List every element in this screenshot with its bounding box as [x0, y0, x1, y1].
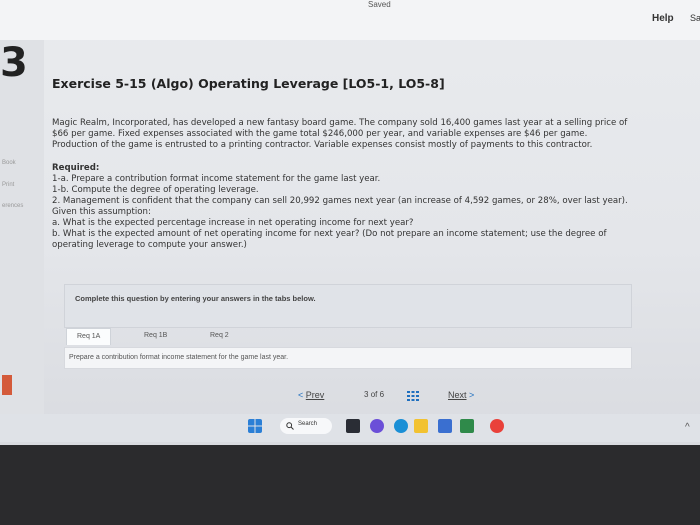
header-bar: Saved Help Sa	[0, 0, 700, 40]
folder-icon[interactable]	[414, 419, 428, 433]
tab-prompt-text: Prepare a contribution format income sta…	[69, 354, 289, 361]
intro-line: Production of the game is entrusted to a…	[52, 140, 593, 150]
intro-line: Magic Realm, Incorporated, has developed…	[52, 118, 628, 128]
required-line: operating leverage to compute your answe…	[52, 240, 247, 250]
rail-item-print[interactable]: Print	[2, 182, 14, 188]
taskbar-search[interactable]: Search	[280, 418, 332, 434]
page-total: 6	[379, 390, 385, 399]
save-exit-button[interactable]: Sa	[690, 13, 700, 23]
prev-label: Prev	[305, 390, 325, 400]
next-label: Next	[448, 390, 467, 400]
tab-req-2[interactable]: Req 2	[200, 328, 239, 344]
tab-req-1b[interactable]: Req 1B	[134, 328, 177, 344]
required-line: 2. Management is confident that the comp…	[52, 196, 628, 206]
required-line: Given this assumption:	[52, 207, 151, 217]
page-current: 3	[364, 390, 369, 399]
instructions-box: Complete this question by entering your …	[64, 284, 632, 328]
laptop-bezel	[0, 445, 700, 525]
edge-icon[interactable]	[394, 419, 408, 433]
store-icon[interactable]	[438, 419, 452, 433]
chevron-up-icon[interactable]: ^	[685, 422, 690, 433]
chrome-icon[interactable]	[490, 419, 504, 433]
search-label: Search	[298, 421, 318, 427]
screen: Saved Help Sa 3 Book Print erences Exerc…	[0, 0, 700, 445]
instructions-text: Complete this question by entering your …	[75, 294, 316, 303]
help-button[interactable]: Help	[652, 13, 674, 24]
tab-req-1a[interactable]: Req 1A	[66, 328, 112, 345]
app-icon[interactable]	[460, 419, 474, 433]
next-button[interactable]: Next >	[448, 390, 474, 400]
required-label: Required:	[52, 163, 100, 173]
required-line: 1-b. Compute the degree of operating lev…	[52, 185, 259, 195]
chat-icon[interactable]	[370, 419, 384, 433]
windows-icon[interactable]	[248, 419, 262, 433]
file-explorer-icon[interactable]	[346, 419, 360, 433]
chevron-left-icon: <	[298, 390, 304, 400]
search-icon	[286, 422, 294, 430]
intro-line: $66 per game. Fixed expenses associated …	[52, 129, 588, 139]
taskbar: Search ^	[0, 414, 700, 442]
saved-status: Saved	[368, 0, 391, 9]
question-number: 3	[0, 40, 28, 86]
exercise-title: Exercise 5-15 (Algo) Operating Leverage …	[52, 76, 445, 91]
rail-item-references[interactable]: erences	[2, 203, 23, 209]
required-line: 1-a. Prepare a contribution format incom…	[52, 174, 381, 184]
rail-badge	[2, 375, 12, 395]
required-line: b. What is the expected amount of net op…	[52, 229, 607, 239]
prev-button[interactable]: < Prev	[298, 390, 324, 400]
chevron-right-icon: >	[469, 390, 475, 400]
grid-icon[interactable]	[407, 391, 419, 401]
tab-prompt-box: Prepare a contribution format income sta…	[64, 347, 632, 369]
tab-bar: Req 1A Req 1B Req 2	[64, 326, 630, 346]
rail-item-book[interactable]: Book	[2, 160, 16, 166]
page-indicator: 3 of 6	[364, 390, 384, 399]
required-line: a. What is the expected percentage incre…	[52, 218, 414, 228]
page-sep: of	[370, 390, 378, 399]
